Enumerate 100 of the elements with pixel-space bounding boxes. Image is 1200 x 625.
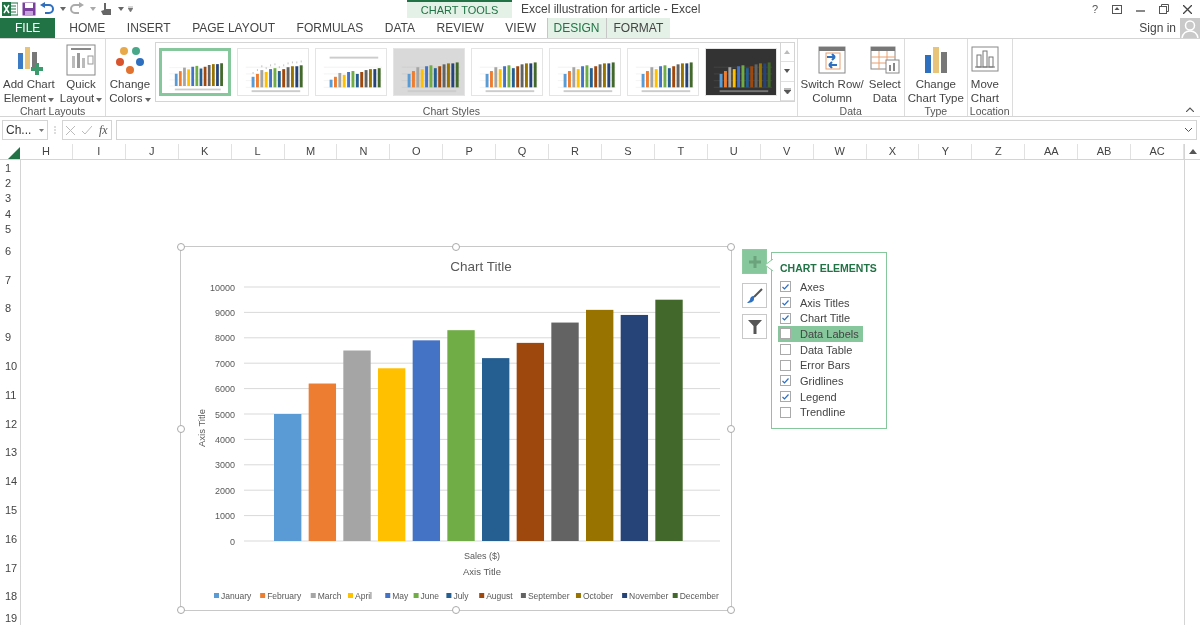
row-header[interactable]: 13 [0,438,20,467]
formula-input[interactable] [116,120,1197,140]
row-header[interactable]: 19 [0,610,20,625]
row-header[interactable]: 15 [0,495,20,525]
resize-handle[interactable] [177,606,185,614]
hand-pointer-icon[interactable] [100,2,112,16]
column-header[interactable]: AA [1025,144,1079,159]
column-header[interactable]: W [813,144,867,159]
collapse-ribbon-icon[interactable] [1186,107,1194,112]
ribbon-tab[interactable]: DATA [377,18,423,38]
row-header[interactable]: 8 [0,294,20,323]
row-header[interactable]: 3 [0,190,20,206]
chart-element-option[interactable]: Trendline [778,404,850,421]
help-button[interactable]: ? [1091,3,1098,15]
row-header[interactable]: 1 [0,160,20,176]
select-all-icon[interactable] [8,147,20,159]
ribbon-tab[interactable]: DESIGN [546,18,607,38]
row-header[interactable]: 6 [0,236,20,266]
column-header[interactable]: M [284,144,338,159]
chart-element-option[interactable]: Axis Titles [778,294,854,311]
chart-element-option[interactable]: Data Labels [778,326,863,342]
sign-in-link[interactable]: Sign in [1139,21,1176,35]
expand-caret-icon[interactable] [1185,128,1192,132]
resize-handle[interactable] [452,606,460,614]
checkbox[interactable] [780,344,791,356]
row-header[interactable]: 17 [0,553,20,583]
column-header[interactable]: U [707,144,761,159]
column-header[interactable]: T [654,144,708,159]
scroll-up-icon[interactable] [1188,149,1197,154]
column-header[interactable]: J [125,144,179,159]
resize-handle[interactable] [452,243,460,251]
column-header[interactable]: L [231,144,285,159]
ribbon-tab[interactable]: FORMULAS [289,18,371,38]
resize-handle[interactable] [727,243,735,251]
column-header[interactable]: Q [496,144,550,159]
column-header[interactable]: I [72,144,126,159]
column-header[interactable]: AC [1131,144,1184,159]
ribbon-tab[interactable]: FILE [0,18,56,38]
column-header[interactable]: H [20,144,73,159]
ribbon-button[interactable]: Add Chart Element [2,41,56,105]
resize-handle[interactable] [727,424,735,433]
undo-icon[interactable] [40,2,54,16]
insert-function-button[interactable]: fx [98,122,108,138]
checkbox[interactable] [780,359,791,371]
resize-handle[interactable] [727,606,735,614]
ribbon-button[interactable]: Switch Row/ Column [799,41,865,105]
column-header[interactable]: P [443,144,497,159]
column-header[interactable]: V [760,144,814,159]
checkbox[interactable] [780,281,791,293]
excel-logo-icon[interactable] [2,2,18,16]
checkbox[interactable] [780,375,791,387]
column-header[interactable]: Z [972,144,1026,159]
save-icon[interactable] [22,2,36,16]
redo-icon[interactable] [70,2,84,16]
chart-element-option[interactable]: Chart Title [778,310,855,327]
resize-handle[interactable] [177,243,185,251]
checkbox[interactable] [780,328,791,340]
checkbox[interactable] [780,297,791,309]
column-header[interactable]: S [602,144,655,159]
chart-side-button[interactable] [742,314,767,339]
checkbox[interactable] [780,391,791,403]
row-header[interactable]: 14 [0,466,20,496]
column-header[interactable]: Y [919,144,973,159]
ribbon-tab[interactable]: INSERT [119,18,179,38]
row-header[interactable]: 4 [0,205,20,222]
resize-handle[interactable] [177,424,185,433]
column-header[interactable]: R [549,144,602,159]
ribbon-tab[interactable]: REVIEW [429,18,492,38]
row-header[interactable]: 5 [0,221,20,237]
checkbox[interactable] [780,406,791,418]
chart-element-option[interactable]: Data Table [778,341,857,358]
enter-check-icon[interactable] [82,125,93,135]
chart-element-option[interactable]: Error Bars [778,357,855,374]
ribbon-display-icon[interactable] [1112,4,1122,14]
column-header[interactable]: K [178,144,232,159]
restore-icon[interactable] [1159,4,1169,14]
column-header[interactable]: N [337,144,391,159]
close-icon[interactable] [1183,4,1192,14]
row-header[interactable]: 7 [0,265,20,295]
row-header[interactable]: 9 [0,322,20,352]
ribbon-button[interactable]: Move Chart [969,41,1000,105]
ribbon-tab[interactable]: HOME [61,18,113,38]
row-header[interactable]: 18 [0,582,20,611]
ribbon-button[interactable]: Quick Layout [58,41,104,105]
row-header[interactable]: 11 [0,380,20,410]
row-header[interactable]: 16 [0,524,20,554]
ribbon-tab[interactable]: PAGE LAYOUT [184,18,283,38]
chart-element-option[interactable]: Legend [778,388,841,405]
ribbon-button[interactable]: Select Data [867,41,902,105]
column-header[interactable]: O [390,144,444,159]
row-header[interactable]: 12 [0,409,20,439]
chart-side-button[interactable] [742,283,767,308]
chart-element-option[interactable]: Axes [778,279,829,295]
ribbon-button[interactable]: Change Chart Type [906,41,965,105]
name-box[interactable]: Ch... [2,120,48,140]
row-header[interactable]: 10 [0,351,20,381]
customize-caret-icon[interactable] [128,6,133,12]
column-header[interactable]: AB [1078,144,1132,159]
row-header[interactable]: 2 [0,175,20,191]
checkbox[interactable] [780,312,791,324]
